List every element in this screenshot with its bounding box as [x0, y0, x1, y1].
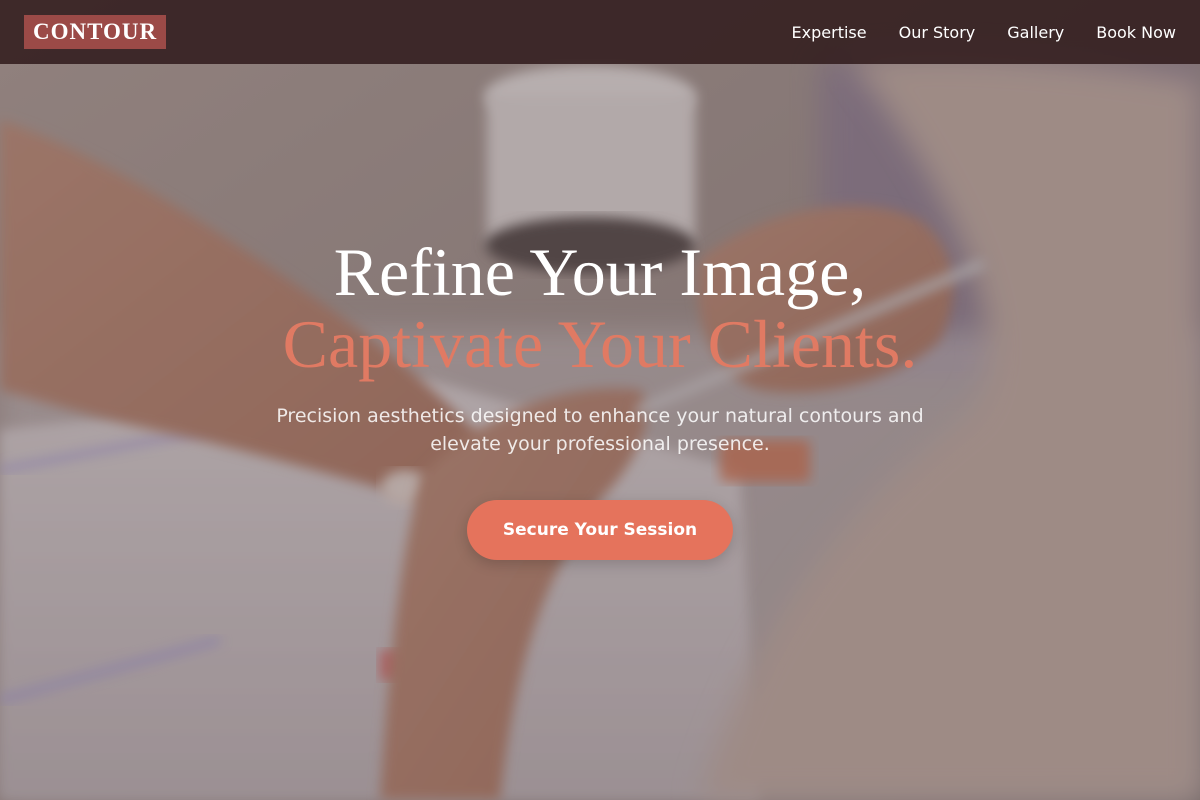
nav-link-book-now[interactable]: Book Now [1096, 23, 1176, 42]
secure-session-button[interactable]: Secure Your Session [467, 500, 733, 560]
top-navbar: CONTOUR Expertise Our Story Gallery Book… [0, 0, 1200, 64]
hero-headline: Refine Your Image, Captivate Your Client… [0, 236, 1200, 380]
brand-logo[interactable]: CONTOUR [24, 15, 167, 49]
hero-section: Refine Your Image, Captivate Your Client… [0, 236, 1200, 560]
main-nav: Expertise Our Story Gallery Book Now [792, 0, 1176, 64]
nav-link-our-story[interactable]: Our Story [899, 23, 976, 42]
hero-headline-line1: Refine Your Image, [333, 234, 867, 310]
nav-link-expertise[interactable]: Expertise [792, 23, 867, 42]
hero-headline-line2: Captivate Your Clients. [282, 306, 918, 382]
hero-subtitle: Precision aesthetics designed to enhance… [276, 405, 924, 455]
nav-link-gallery[interactable]: Gallery [1007, 23, 1064, 42]
